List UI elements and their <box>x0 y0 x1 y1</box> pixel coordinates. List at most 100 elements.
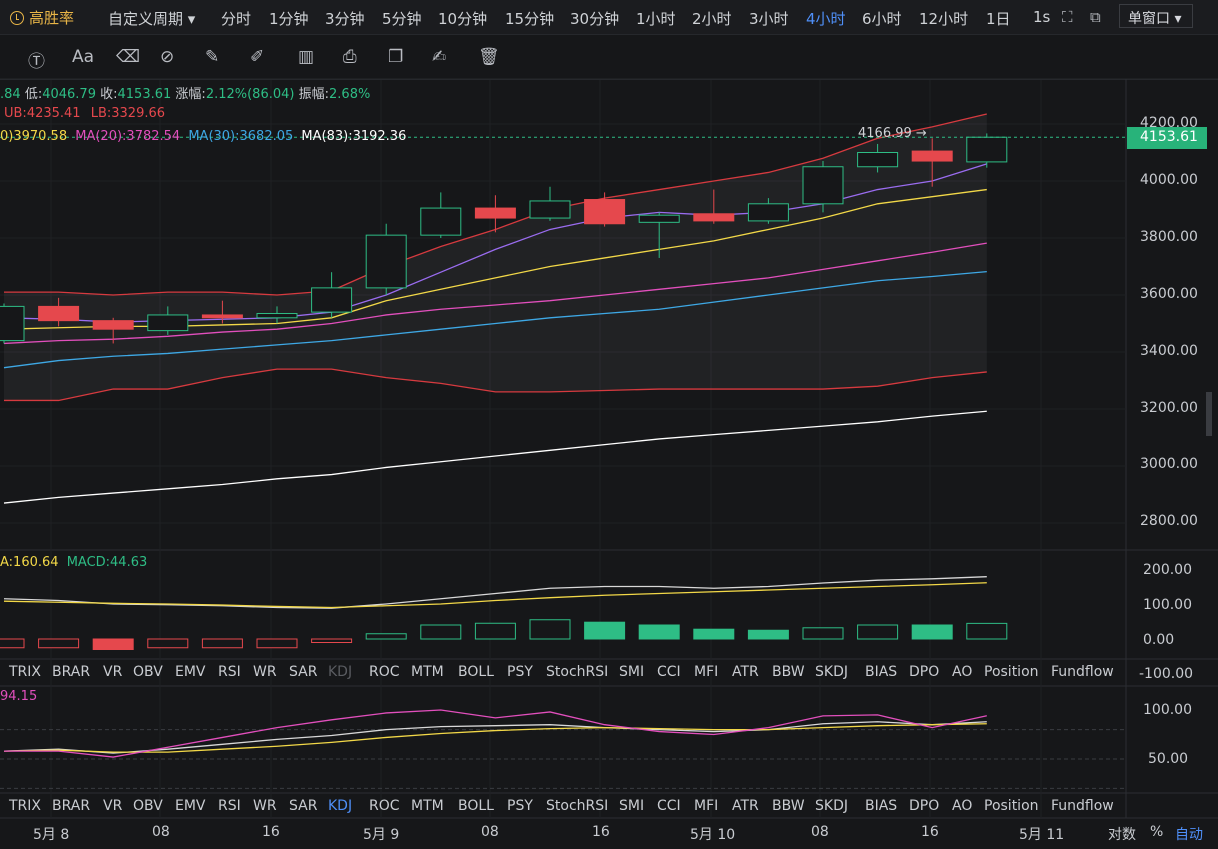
macd-bar <box>802 627 844 640</box>
indicator-tab-rsi[interactable]: RSI <box>218 798 241 814</box>
price-tick-label: 3000.00 <box>1140 456 1198 472</box>
indicator-tab-position[interactable]: Position <box>984 664 1039 680</box>
indicator-tab-vr[interactable]: VR <box>103 664 122 680</box>
log-scale-toggle[interactable]: 对数 <box>1108 824 1136 844</box>
indicator-tab-bias[interactable]: BIAS <box>865 664 897 680</box>
time-tick-label: 16 <box>262 824 280 840</box>
indicator-tab-emv[interactable]: EMV <box>175 798 206 814</box>
scroll-handle <box>1206 392 1212 436</box>
macd-bar <box>529 619 571 640</box>
candle-body <box>693 213 735 222</box>
candle-body <box>638 214 680 223</box>
indicator-tab-wr[interactable]: WR <box>253 798 277 814</box>
macd-bar <box>857 624 899 640</box>
indicator-tab-cci[interactable]: CCI <box>657 798 681 814</box>
indicator-tab-atr[interactable]: ATR <box>732 798 759 814</box>
low-label: 低: <box>24 87 43 102</box>
macd-bar <box>92 638 134 650</box>
kdj-tick-label: 100.00 <box>1143 702 1192 718</box>
boll-readout: UB:4235.41 LB:3329.66 <box>4 106 165 121</box>
indicator-tab-psy[interactable]: PSY <box>507 798 533 814</box>
ma10-value: 0)3970.58 <box>0 129 68 144</box>
indicator-tab-kdj[interactable]: KDJ <box>328 798 352 814</box>
amplitude-label: 振幅: <box>298 87 330 102</box>
auto-scale-toggle[interactable]: 自动 <box>1175 824 1203 844</box>
indicator-tab-boll[interactable]: BOLL <box>458 664 494 680</box>
indicator-tab-fundflow[interactable]: Fundflow <box>1051 798 1114 814</box>
candle-body <box>365 234 407 289</box>
candle-body <box>529 200 571 219</box>
indicator-tab-stochrsi[interactable]: StochRSI <box>546 798 608 814</box>
indicator-tab-bias[interactable]: BIAS <box>865 798 897 814</box>
price-tick-label: 4200.00 <box>1140 115 1198 131</box>
indicator-tab-position[interactable]: Position <box>984 798 1039 814</box>
indicator-tab-mfi[interactable]: MFI <box>694 664 718 680</box>
ma30-value: MA(30):3682.05 <box>188 129 294 144</box>
macd-bar <box>747 629 789 640</box>
ma-readout: 0)3970.58 MA(20):3782.54 MA(30):3682.05 … <box>0 129 406 144</box>
low-value: 4046.79 <box>42 87 96 102</box>
macd-bar <box>201 638 243 649</box>
macd-tick-label: 200.00 <box>1143 562 1192 578</box>
high-marker: 4166.99 → <box>858 126 927 141</box>
indicator-tab-dpo[interactable]: DPO <box>909 664 939 680</box>
indicator-tab-rsi[interactable]: RSI <box>218 664 241 680</box>
indicator-tab-ao[interactable]: AO <box>952 664 972 680</box>
macd-bar <box>911 624 953 640</box>
close-value: 4153.61 <box>117 87 172 102</box>
indicator-tab-sar[interactable]: SAR <box>289 664 317 680</box>
indicator-tab-vr[interactable]: VR <box>103 798 122 814</box>
price-tick-label: 3600.00 <box>1140 286 1198 302</box>
indicator-tab-mtm[interactable]: MTM <box>411 664 444 680</box>
indicator-tab-dpo[interactable]: DPO <box>909 798 939 814</box>
change-label: 涨幅: <box>175 87 206 102</box>
indicator-tab-emv[interactable]: EMV <box>175 664 206 680</box>
candle-body <box>92 320 134 330</box>
macd-bar <box>584 621 626 640</box>
indicator-tab-boll[interactable]: BOLL <box>458 798 494 814</box>
indicator-tab-trix[interactable]: TRIX <box>9 664 41 680</box>
kdj-tick-label: 50.00 <box>1148 751 1189 767</box>
indicator-tab-wr[interactable]: WR <box>253 664 277 680</box>
indicator-tab-atr[interactable]: ATR <box>732 664 759 680</box>
indicator-tab-ao[interactable]: AO <box>952 798 972 814</box>
ma83-line <box>3 410 987 504</box>
kdj-j-line <box>4 709 987 758</box>
indicator-tab-bbw[interactable]: BBW <box>772 798 805 814</box>
indicator-tab-fundflow[interactable]: Fundflow <box>1051 664 1114 680</box>
indicator-tab-mtm[interactable]: MTM <box>411 798 444 814</box>
indicator-tab-roc[interactable]: ROC <box>369 664 400 680</box>
macd-tick-label: -100.00 <box>1139 666 1194 682</box>
macd-bar <box>147 638 189 649</box>
ohlc-prefix: .84 <box>0 87 21 102</box>
macd-tick-label: 100.00 <box>1143 597 1192 613</box>
indicator-tab-brar[interactable]: BRAR <box>52 798 90 814</box>
ma83-value: MA(83):3192.36 <box>301 129 407 144</box>
indicator-tab-sar[interactable]: SAR <box>289 798 317 814</box>
indicator-tab-skdj[interactable]: SKDJ <box>815 798 848 814</box>
macd-bar <box>365 633 407 640</box>
time-tick-label: 5月 11 <box>1019 827 1065 843</box>
indicator-tab-psy[interactable]: PSY <box>507 664 533 680</box>
indicator-tab-smi[interactable]: SMI <box>619 664 644 680</box>
kline-chart[interactable] <box>0 0 1218 849</box>
indicator-tab-obv[interactable]: OBV <box>133 664 163 680</box>
candle-body <box>38 305 80 322</box>
candle-body <box>147 314 189 332</box>
indicator-tab-smi[interactable]: SMI <box>619 798 644 814</box>
indicator-tab-cci[interactable]: CCI <box>657 664 681 680</box>
indicator-tab-roc[interactable]: ROC <box>369 798 400 814</box>
indicator-tab-kdj[interactable]: KDJ <box>328 664 352 680</box>
indicator-tab-trix[interactable]: TRIX <box>9 798 41 814</box>
indicator-tabs-upper: TRIX BRAR VR OBV EMV RSI WR SAR KDJ ROC MTM BOLL PSY… <box>0 660 1126 686</box>
amplitude-value: 2.68% <box>329 87 371 102</box>
percent-scale-toggle[interactable]: % <box>1150 824 1163 840</box>
indicator-tab-mfi[interactable]: MFI <box>694 798 718 814</box>
indicator-tab-brar[interactable]: BRAR <box>52 664 90 680</box>
indicator-tab-obv[interactable]: OBV <box>133 798 163 814</box>
indicator-tab-skdj[interactable]: SKDJ <box>815 664 848 680</box>
price-tick-label: 3200.00 <box>1140 400 1198 416</box>
indicator-tab-stochrsi[interactable]: StochRSI <box>546 664 608 680</box>
time-tick-label: 5月 8 <box>33 827 70 843</box>
indicator-tab-bbw[interactable]: BBW <box>772 664 805 680</box>
